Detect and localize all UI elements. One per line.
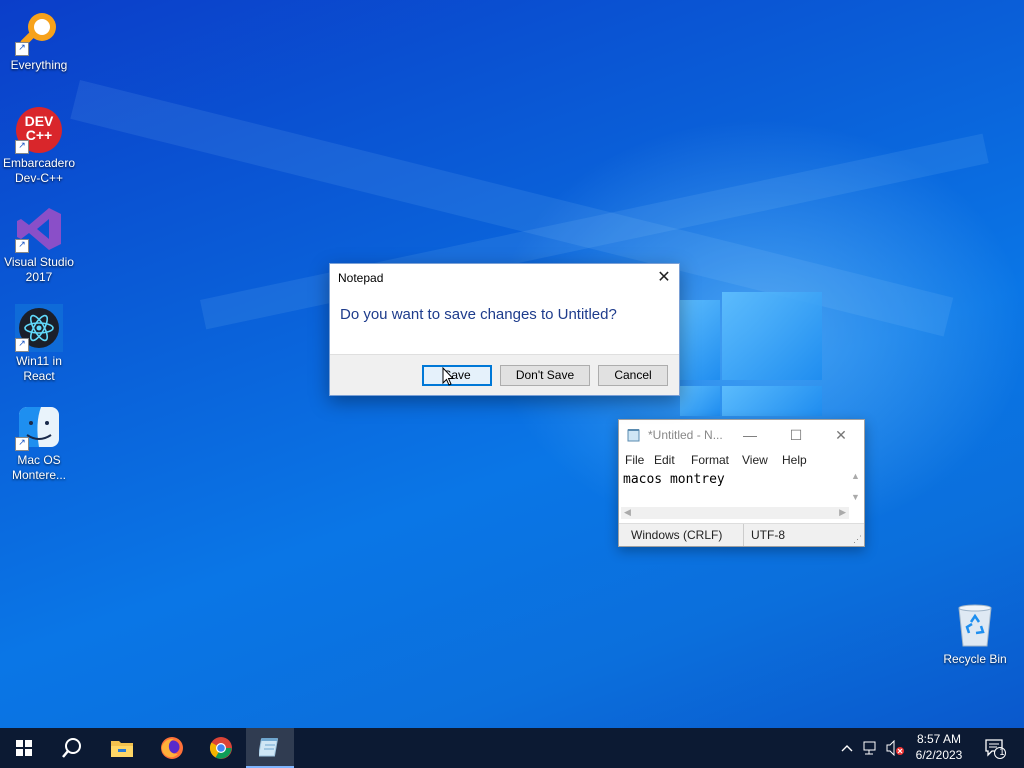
desktop-icon-devcpp[interactable]: DEV C++ ↗ Embarcadero Dev-C++ (0, 106, 78, 186)
dialog-title: Notepad (338, 271, 384, 285)
chrome-icon (209, 737, 232, 759)
firefox-icon (161, 737, 183, 759)
react-icon: ↗ (15, 304, 63, 352)
shortcut-arrow-icon: ↗ (15, 140, 29, 154)
save-button[interactable]: Save (422, 365, 492, 386)
file-explorer-icon (111, 741, 133, 757)
desktop-icon-visual-studio[interactable]: ↗ Visual Studio 2017 (0, 205, 78, 285)
desktop-icon-label: 2017 (25, 270, 53, 284)
desktop-icon-label: React (23, 369, 55, 383)
notepad-icon (259, 738, 279, 757)
volume-muted-icon[interactable] (884, 728, 906, 768)
status-encoding: UTF-8 (751, 528, 785, 542)
resize-grip-icon[interactable]: ⋰ (853, 534, 862, 545)
notification-count-badge: 1 (999, 748, 1005, 758)
recycle-bin-icon (951, 602, 999, 650)
windows-logo-pane (680, 386, 720, 416)
minimize-button[interactable]: — (727, 420, 773, 450)
desktop-icon-macos[interactable]: ↗ Mac OS Montere... (0, 403, 78, 483)
menu-format[interactable]: Format (691, 453, 729, 467)
vertical-scrollbar[interactable]: ▲ ▼ (849, 471, 862, 508)
clock-date: 6/2/2023 (915, 748, 963, 762)
show-hidden-icons-chevron-up-icon[interactable] (838, 728, 856, 768)
scroll-down-icon[interactable]: ▼ (849, 492, 862, 502)
finder-icon: ↗ (15, 403, 63, 451)
notepad-title-bar[interactable]: *Untitled - N... — ☐ ✕ (619, 420, 864, 450)
desktop-icon-label: Everything (10, 58, 68, 72)
windows-start-icon (16, 740, 32, 756)
save-changes-dialog[interactable]: Notepad ✕ Do you want to save changes to… (329, 263, 680, 396)
desktop: ↗ Everything DEV C++ ↗ Embarcadero Dev-C… (0, 0, 1024, 728)
menu-edit[interactable]: Edit (654, 453, 675, 467)
windows-logo-pane (722, 292, 822, 380)
menu-view[interactable]: View (742, 453, 768, 467)
status-divider (743, 524, 744, 546)
shortcut-arrow-icon: ↗ (15, 338, 29, 352)
taskbar: 8:57 AM 6/2/2023 1 (0, 728, 1024, 768)
desktop-icon-recycle-bin[interactable]: Recycle Bin (936, 602, 1014, 667)
dont-save-button[interactable]: Don't Save (500, 365, 590, 386)
notepad-title: *Untitled - N... (648, 428, 723, 442)
shortcut-arrow-icon: ↗ (15, 42, 29, 56)
file-explorer-button[interactable] (98, 728, 146, 768)
action-center-button[interactable]: 1 (980, 728, 1010, 768)
chrome-button[interactable] (197, 728, 245, 768)
notepad-menu-bar: File Edit Format View Help (619, 451, 864, 469)
maximize-button[interactable]: ☐ (773, 420, 819, 450)
taskbar-clock[interactable]: 8:57 AM 6/2/2023 (908, 731, 970, 763)
desktop-icon-label: Recycle Bin (943, 652, 1007, 666)
network-icon[interactable] (861, 728, 881, 768)
status-line-ending: Windows (CRLF) (631, 528, 723, 542)
notepad-icon (627, 428, 641, 442)
mouse-cursor-icon (442, 366, 455, 390)
close-icon[interactable]: ✕ (649, 264, 679, 292)
scroll-left-icon[interactable]: ◀ (624, 507, 631, 518)
shortcut-arrow-icon: ↗ (15, 437, 29, 451)
desktop-icon-label: Mac OS (17, 453, 61, 467)
horizontal-scrollbar[interactable]: ◀ ▶ (621, 507, 849, 519)
search-icon (62, 738, 81, 758)
visual-studio-icon: ↗ (15, 205, 63, 253)
dialog-button-bar: Save Don't Save Cancel (330, 354, 679, 395)
desktop-icon-label: Visual Studio (4, 255, 74, 269)
desktop-icon-everything[interactable]: ↗ Everything (0, 8, 78, 73)
windows-logo-pane (680, 300, 720, 380)
notepad-status-bar: Windows (CRLF) UTF-8 ⋰ (619, 523, 864, 546)
notepad-window[interactable]: *Untitled - N... — ☐ ✕ File Edit Format … (618, 419, 865, 547)
close-button[interactable]: ✕ (818, 420, 864, 450)
desktop-icon-label: Embarcadero (2, 156, 76, 170)
desktop-icon-label: Win11 in (16, 354, 62, 368)
scroll-up-icon[interactable]: ▲ (849, 471, 862, 481)
menu-help[interactable]: Help (782, 453, 807, 467)
desktop-icon-label: Montere... (11, 468, 67, 482)
clock-time: 8:57 AM (916, 732, 962, 746)
search-button[interactable] (48, 728, 96, 768)
scroll-right-icon[interactable]: ▶ (839, 507, 846, 518)
everything-search-icon: ↗ (15, 8, 63, 56)
notepad-taskbar-button[interactable] (246, 728, 294, 768)
cancel-button[interactable]: Cancel (598, 365, 668, 386)
devcpp-icon: DEV C++ ↗ (15, 106, 63, 154)
shortcut-arrow-icon: ↗ (15, 239, 29, 253)
desktop-icon-label: Dev-C++ (14, 171, 64, 185)
dialog-message: Do you want to save changes to Untitled? (340, 306, 617, 323)
start-button[interactable] (0, 728, 48, 768)
notepad-text-area[interactable]: macos montrey (621, 471, 853, 509)
menu-file[interactable]: File (625, 453, 644, 467)
devcpp-badge-text: DEV (24, 113, 54, 129)
firefox-button[interactable] (148, 728, 196, 768)
windows-logo-pane (722, 386, 822, 416)
desktop-icon-win11-react[interactable]: ↗ Win11 in React (0, 304, 78, 384)
